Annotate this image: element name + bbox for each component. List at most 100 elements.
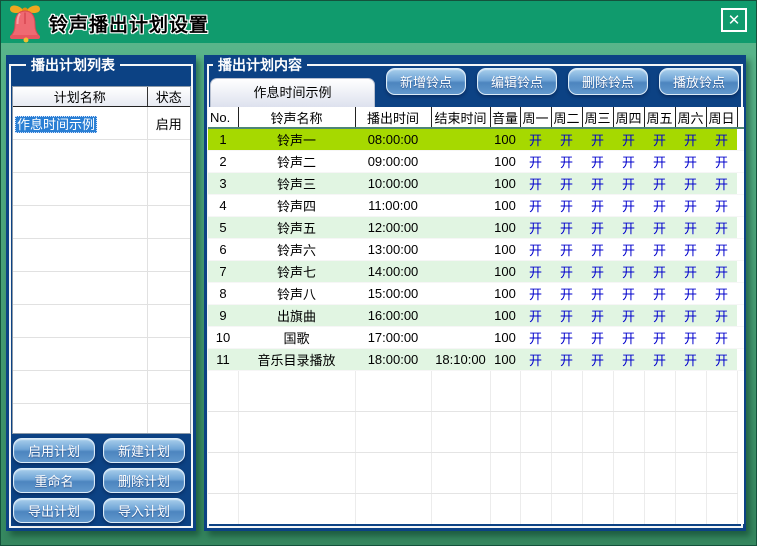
day-5-cell[interactable]: 开: [644, 217, 675, 239]
day-4-cell[interactable]: 开: [613, 217, 644, 239]
day-5-cell[interactable]: 开: [644, 195, 675, 217]
volume-cell[interactable]: 100: [490, 128, 520, 151]
end-time-cell[interactable]: [431, 305, 490, 327]
start-time-cell[interactable]: 11:00:00: [355, 195, 431, 217]
delete-bell-button[interactable]: 删除铃点: [568, 68, 648, 95]
no-cell[interactable]: 6: [208, 239, 238, 261]
end-time-cell[interactable]: [431, 173, 490, 195]
day-6-cell[interactable]: 开: [675, 327, 706, 349]
day-7-cell[interactable]: 开: [706, 239, 737, 261]
volume-cell[interactable]: 100: [490, 173, 520, 195]
bell-row-6[interactable]: 6铃声六13:00:00100开开开开开开开: [208, 239, 744, 261]
day-1-cell[interactable]: 开: [520, 283, 551, 305]
day-3-cell[interactable]: 开: [582, 349, 613, 371]
new-plan-button[interactable]: 新建计划: [103, 438, 185, 463]
name-cell[interactable]: 音乐目录播放: [238, 349, 355, 371]
day-5-cell[interactable]: 开: [644, 349, 675, 371]
no-cell[interactable]: 4: [208, 195, 238, 217]
day-6-cell[interactable]: 开: [675, 173, 706, 195]
end-time-cell[interactable]: 18:10:00: [431, 349, 490, 371]
day-4-cell[interactable]: 开: [613, 305, 644, 327]
day-1-cell[interactable]: 开: [520, 217, 551, 239]
volume-cell[interactable]: 100: [490, 261, 520, 283]
bell-row-4[interactable]: 4铃声四11:00:00100开开开开开开开: [208, 195, 744, 217]
day-7-cell[interactable]: 开: [706, 151, 737, 173]
name-cell[interactable]: 铃声七: [238, 261, 355, 283]
no-cell[interactable]: 11: [208, 349, 238, 371]
day-5-cell[interactable]: 开: [644, 261, 675, 283]
day-7-cell[interactable]: 开: [706, 195, 737, 217]
end-time-cell[interactable]: [431, 128, 490, 151]
export-plan-button[interactable]: 导出计划: [13, 498, 95, 523]
bell-row-8[interactable]: 8铃声八15:00:00100开开开开开开开: [208, 283, 744, 305]
no-cell[interactable]: 9: [208, 305, 238, 327]
bell-row-9[interactable]: 9出旗曲16:00:00100开开开开开开开: [208, 305, 744, 327]
day-2-cell[interactable]: 开: [551, 327, 582, 349]
no-cell[interactable]: 8: [208, 283, 238, 305]
volume-cell[interactable]: 100: [490, 283, 520, 305]
start-time-cell[interactable]: 17:00:00: [355, 327, 431, 349]
day-2-cell[interactable]: 开: [551, 239, 582, 261]
day-6-cell[interactable]: 开: [675, 195, 706, 217]
day-7-cell[interactable]: 开: [706, 217, 737, 239]
volume-cell[interactable]: 100: [490, 217, 520, 239]
day-6-cell[interactable]: 开: [675, 128, 706, 151]
name-cell[interactable]: 铃声四: [238, 195, 355, 217]
day-4-cell[interactable]: 开: [613, 239, 644, 261]
day-1-cell[interactable]: 开: [520, 349, 551, 371]
close-button[interactable]: ✕: [721, 8, 747, 32]
day-5-cell[interactable]: 开: [644, 327, 675, 349]
day-7-cell[interactable]: 开: [706, 173, 737, 195]
day-3-cell[interactable]: 开: [582, 173, 613, 195]
no-cell[interactable]: 10: [208, 327, 238, 349]
start-time-cell[interactable]: 12:00:00: [355, 217, 431, 239]
end-time-cell[interactable]: [431, 239, 490, 261]
day-4-cell[interactable]: 开: [613, 195, 644, 217]
day-6-cell[interactable]: 开: [675, 239, 706, 261]
bell-row-2[interactable]: 2铃声二09:00:00100开开开开开开开: [208, 151, 744, 173]
day-2-cell[interactable]: 开: [551, 305, 582, 327]
day-2-cell[interactable]: 开: [551, 128, 582, 151]
name-cell[interactable]: 铃声一: [238, 128, 355, 151]
day-6-cell[interactable]: 开: [675, 349, 706, 371]
name-cell[interactable]: 铃声八: [238, 283, 355, 305]
enable-plan-button[interactable]: 启用计划: [13, 438, 95, 463]
day-4-cell[interactable]: 开: [613, 173, 644, 195]
volume-cell[interactable]: 100: [490, 305, 520, 327]
day-6-cell[interactable]: 开: [675, 305, 706, 327]
day-5-cell[interactable]: 开: [644, 239, 675, 261]
bell-row-5[interactable]: 5铃声五12:00:00100开开开开开开开: [208, 217, 744, 239]
bell-row-11[interactable]: 11音乐目录播放18:00:0018:10:00100开开开开开开开: [208, 349, 744, 371]
day-2-cell[interactable]: 开: [551, 349, 582, 371]
day-1-cell[interactable]: 开: [520, 151, 551, 173]
day-2-cell[interactable]: 开: [551, 151, 582, 173]
start-time-cell[interactable]: 09:00:00: [355, 151, 431, 173]
play-bell-button[interactable]: 播放铃点: [659, 68, 739, 95]
day-4-cell[interactable]: 开: [613, 283, 644, 305]
day-3-cell[interactable]: 开: [582, 327, 613, 349]
volume-cell[interactable]: 100: [490, 239, 520, 261]
day-2-cell[interactable]: 开: [551, 261, 582, 283]
day-1-cell[interactable]: 开: [520, 128, 551, 151]
day-5-cell[interactable]: 开: [644, 151, 675, 173]
day-3-cell[interactable]: 开: [582, 151, 613, 173]
plan-name-cell[interactable]: 作息时间示例: [13, 107, 147, 140]
start-time-cell[interactable]: 15:00:00: [355, 283, 431, 305]
volume-cell[interactable]: 100: [490, 195, 520, 217]
no-cell[interactable]: 1: [208, 128, 238, 151]
day-2-cell[interactable]: 开: [551, 195, 582, 217]
edit-bell-button[interactable]: 编辑铃点: [477, 68, 557, 95]
day-6-cell[interactable]: 开: [675, 217, 706, 239]
start-time-cell[interactable]: 08:00:00: [355, 128, 431, 151]
bell-row-10[interactable]: 10国歌17:00:00100开开开开开开开: [208, 327, 744, 349]
day-4-cell[interactable]: 开: [613, 327, 644, 349]
day-6-cell[interactable]: 开: [675, 283, 706, 305]
start-time-cell[interactable]: 14:00:00: [355, 261, 431, 283]
day-2-cell[interactable]: 开: [551, 283, 582, 305]
day-1-cell[interactable]: 开: [520, 173, 551, 195]
rename-plan-button[interactable]: 重命名: [13, 468, 95, 493]
day-1-cell[interactable]: 开: [520, 261, 551, 283]
no-cell[interactable]: 2: [208, 151, 238, 173]
day-6-cell[interactable]: 开: [675, 151, 706, 173]
day-4-cell[interactable]: 开: [613, 151, 644, 173]
